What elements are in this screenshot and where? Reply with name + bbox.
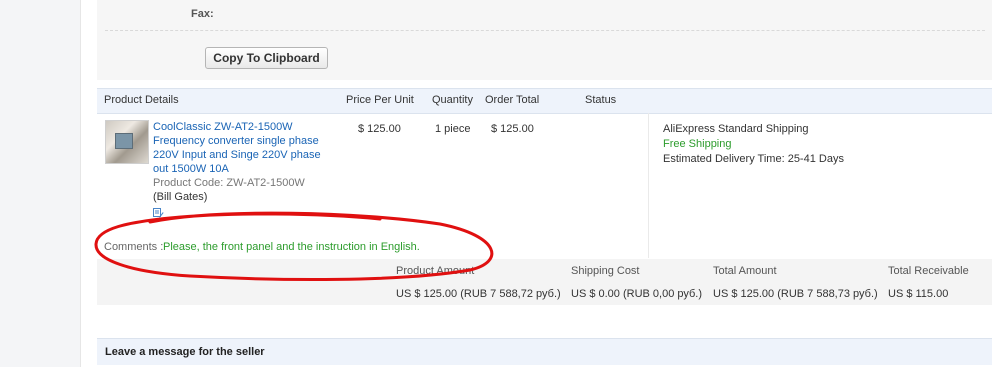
fax-label: Fax:	[191, 8, 214, 20]
item-order-total: $ 125.00	[491, 123, 534, 135]
total-amount-value: US $ 125.00 (RUB 7 588,73 руб.)	[713, 288, 878, 300]
shipping-cost-value: US $ 0.00 (RUB 0,00 руб.)	[571, 288, 703, 300]
total-receivable-value: US $ 115.00	[888, 288, 949, 300]
total-amount-label: Total Amount	[713, 265, 777, 277]
comments-label: Comments :	[104, 241, 164, 253]
column-divider	[648, 113, 649, 258]
leave-message-section: Leave a message for the seller	[97, 338, 992, 365]
comments-text: Please, the front panel and the instruct…	[163, 241, 420, 253]
divider	[105, 30, 985, 31]
product-code: Product Code: ZW-AT2-1500W	[153, 177, 305, 189]
header-quantity: Quantity	[432, 94, 473, 106]
edit-icon[interactable]	[153, 208, 164, 218]
delivery-estimate: Estimated Delivery Time: 25-41 Days	[663, 153, 844, 165]
left-sidebar	[0, 0, 81, 367]
copy-to-clipboard-button[interactable]: Copy To Clipboard	[205, 47, 328, 69]
shipping-method: AliExpress Standard Shipping	[663, 123, 809, 135]
header-status: Status	[585, 94, 617, 106]
header-product-details: Product Details	[104, 94, 179, 106]
product-thumbnail[interactable]	[105, 120, 149, 164]
header-order-total: Order Total	[485, 94, 540, 106]
item-quantity: 1 piece	[435, 123, 471, 135]
shipping-info: AliExpress Standard Shipping Free Shippi…	[663, 122, 844, 167]
product-amount-value: US $ 125.00 (RUB 7 588,72 руб.)	[396, 288, 561, 300]
total-receivable-label: Total Receivable	[888, 265, 969, 277]
shipping-cost-label: Shipping Cost	[571, 265, 640, 277]
leave-message-title: Leave a message for the seller	[105, 346, 265, 358]
product-variant: (Bill Gates)	[153, 191, 208, 203]
order-table-header: Product Details Price Per Unit Quantity …	[97, 88, 992, 114]
product-name-link[interactable]: CoolClassic ZW-AT2-1500W Frequency conve…	[153, 120, 338, 176]
shipping-cost-label: Free Shipping	[663, 138, 732, 150]
header-price-per-unit: Price Per Unit	[346, 94, 414, 106]
product-amount-label: Product Amount	[396, 265, 475, 277]
item-price: $ 125.00	[358, 123, 401, 135]
